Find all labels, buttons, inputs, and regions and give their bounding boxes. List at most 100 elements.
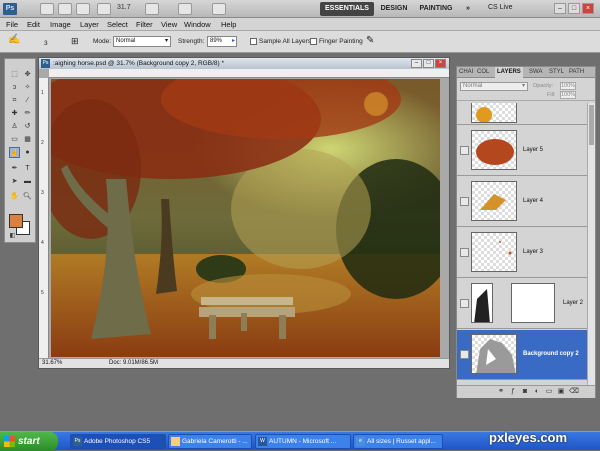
menu-edit[interactable]: Edit	[27, 20, 40, 29]
opacity-field[interactable]: 100%	[560, 82, 576, 90]
zoom-tool-icon[interactable]: 🔍︎	[22, 191, 33, 202]
sample-all-layers-checkbox[interactable]	[250, 38, 257, 45]
taskbar-item-browser[interactable]: e All sizes | Russet appl...	[353, 434, 443, 449]
menu-help[interactable]: Help	[221, 20, 236, 29]
eyedropper-tool-icon[interactable]: ⁄	[22, 95, 33, 106]
document-title-bar[interactable]: Ps :aighing horse.psd @ 31.7% (Backgroun…	[39, 58, 449, 69]
new-layer-icon[interactable]: ▣	[557, 388, 565, 396]
marquee-tool-icon[interactable]: ⬚	[9, 69, 20, 80]
layer-row[interactable]: Layer 2	[457, 279, 587, 329]
mini-bridge-icon[interactable]	[58, 3, 72, 15]
layer-row-selected[interactable]: Background copy 2	[457, 330, 587, 380]
strength-slider-icon[interactable]: ▸	[232, 37, 235, 46]
healing-brush-tool-icon[interactable]: ✚	[9, 108, 20, 119]
scrollbar-thumb[interactable]	[589, 105, 594, 145]
path-select-tool-icon[interactable]: ➤	[9, 176, 20, 187]
workspace-design[interactable]: DESIGN	[378, 2, 410, 16]
menu-view[interactable]: View	[161, 20, 177, 29]
move-tool-icon[interactable]: ✥	[22, 69, 33, 80]
crop-tool-icon[interactable]: ⌗	[9, 95, 20, 106]
bridge-icon[interactable]	[40, 3, 54, 15]
dodge-tool-icon[interactable]: ●	[22, 147, 33, 158]
menu-file[interactable]: File	[6, 20, 18, 29]
minimize-button[interactable]: –	[554, 3, 566, 14]
mode-select[interactable]: Normal ▾	[113, 36, 171, 47]
pen-tool-icon[interactable]: ✒	[9, 163, 20, 174]
menu-layer[interactable]: Layer	[80, 20, 99, 29]
maximize-button[interactable]: □	[568, 3, 580, 14]
smudge-tool-icon[interactable]: ✍	[8, 34, 20, 45]
trash-icon[interactable]: ⌫	[569, 388, 579, 396]
workspace-essentials[interactable]: ESSENTIALS	[320, 2, 374, 16]
tab-color[interactable]: COL	[475, 67, 491, 78]
fill-field[interactable]: 100%	[560, 91, 576, 99]
quick-select-tool-icon[interactable]: ✧	[22, 82, 33, 93]
type-tool-icon[interactable]: T	[22, 163, 33, 174]
menu-filter[interactable]: Filter	[136, 20, 153, 29]
menu-image[interactable]: Image	[50, 20, 71, 29]
lasso-tool-icon[interactable]: ↄ	[9, 82, 20, 93]
quick-mask-icon[interactable]	[13, 237, 24, 248]
strength-field[interactable]: 89% ▸	[207, 36, 237, 47]
horizontal-ruler	[49, 69, 449, 78]
new-group-icon[interactable]: ▭	[545, 388, 553, 396]
clone-stamp-tool-icon[interactable]: ♙	[9, 121, 20, 132]
workspace-painting[interactable]: PAINTING	[416, 2, 456, 16]
image-canvas[interactable]	[51, 79, 440, 357]
layer-row[interactable]: Layer 4	[457, 177, 587, 227]
layer-row[interactable]	[457, 103, 587, 125]
link-layers-icon[interactable]: ⚭	[497, 388, 505, 396]
layer-mask-thumbnail[interactable]	[511, 283, 555, 323]
eraser-tool-icon[interactable]: ▭	[9, 134, 20, 145]
visibility-toggle[interactable]	[460, 146, 469, 155]
document-size-info[interactable]: Doc: 9.01M/86.5M	[109, 360, 158, 366]
layer-style-icon[interactable]: ƒ	[509, 388, 517, 396]
blend-mode-select[interactable]: Normal ▾	[460, 82, 528, 91]
zoom-level[interactable]: 31.7	[117, 4, 131, 11]
visibility-toggle[interactable]	[460, 350, 469, 359]
gradient-tool-icon[interactable]: ▦	[22, 134, 33, 145]
finger-painting-checkbox[interactable]	[310, 38, 317, 45]
doc-close-button[interactable]: ×	[435, 59, 446, 68]
brush-preset-icon[interactable]: ⊞	[71, 36, 79, 47]
close-button[interactable]: ×	[582, 3, 594, 14]
brush-size[interactable]: 3	[44, 40, 48, 47]
doc-restore-button[interactable]: □	[423, 59, 434, 68]
cs-live-button[interactable]: CS Live	[488, 4, 513, 11]
shape-tool-icon[interactable]: ▬	[22, 176, 33, 187]
taskbar-item-word[interactable]: W AUTUMN - Microsoft ...	[255, 434, 351, 449]
taskbar-item-photoshop[interactable]: Ps Adobe Photoshop CS5	[70, 434, 166, 449]
extras-icon[interactable]	[76, 3, 90, 15]
taskbar-item-folder[interactable]: Gabriela Camerotti - ...	[168, 434, 252, 449]
layer-row[interactable]: Layer 5	[457, 126, 587, 176]
visibility-toggle[interactable]	[460, 248, 469, 257]
smudge-tool-icon[interactable]: ☝	[9, 147, 20, 158]
hand-tool-icon[interactable]: ✋	[9, 191, 20, 202]
foreground-color-swatch[interactable]	[9, 214, 23, 228]
visibility-toggle[interactable]	[460, 197, 469, 206]
start-button[interactable]: start	[0, 432, 58, 451]
tab-channels[interactable]: CHAI	[457, 67, 475, 78]
zoom-percentage[interactable]: 31.67%	[42, 360, 62, 366]
hand-tool-icon[interactable]	[145, 3, 159, 15]
tab-layers[interactable]: LAYERS	[495, 67, 523, 78]
layer-blend-controls: Normal ▾ Opacity: 100% Fill: 100%	[457, 79, 595, 101]
zoom-level-icon[interactable]	[97, 3, 111, 15]
menu-window[interactable]: Window	[184, 20, 211, 29]
adjustment-layer-icon[interactable]: ◐	[533, 388, 541, 396]
layers-scrollbar[interactable]	[587, 103, 595, 391]
tab-swatches[interactable]: SWA	[527, 67, 544, 78]
layer-row[interactable]: Layer 3	[457, 228, 587, 278]
brush-tool-icon[interactable]: ✏	[22, 108, 33, 119]
tab-paths[interactable]: PATH	[567, 67, 586, 78]
arrange-documents-icon[interactable]	[178, 3, 192, 15]
visibility-toggle[interactable]	[460, 299, 469, 308]
tab-styles[interactable]: STYL	[547, 67, 566, 78]
doc-minimize-button[interactable]: –	[411, 59, 422, 68]
more-workspaces-button[interactable]: »	[462, 2, 474, 16]
menu-select[interactable]: Select	[107, 20, 128, 29]
history-brush-tool-icon[interactable]: ↺	[22, 121, 33, 132]
pressure-icon[interactable]: ✎	[366, 35, 374, 46]
screen-mode-icon[interactable]	[212, 3, 226, 15]
add-mask-icon[interactable]: ◙	[521, 388, 529, 396]
